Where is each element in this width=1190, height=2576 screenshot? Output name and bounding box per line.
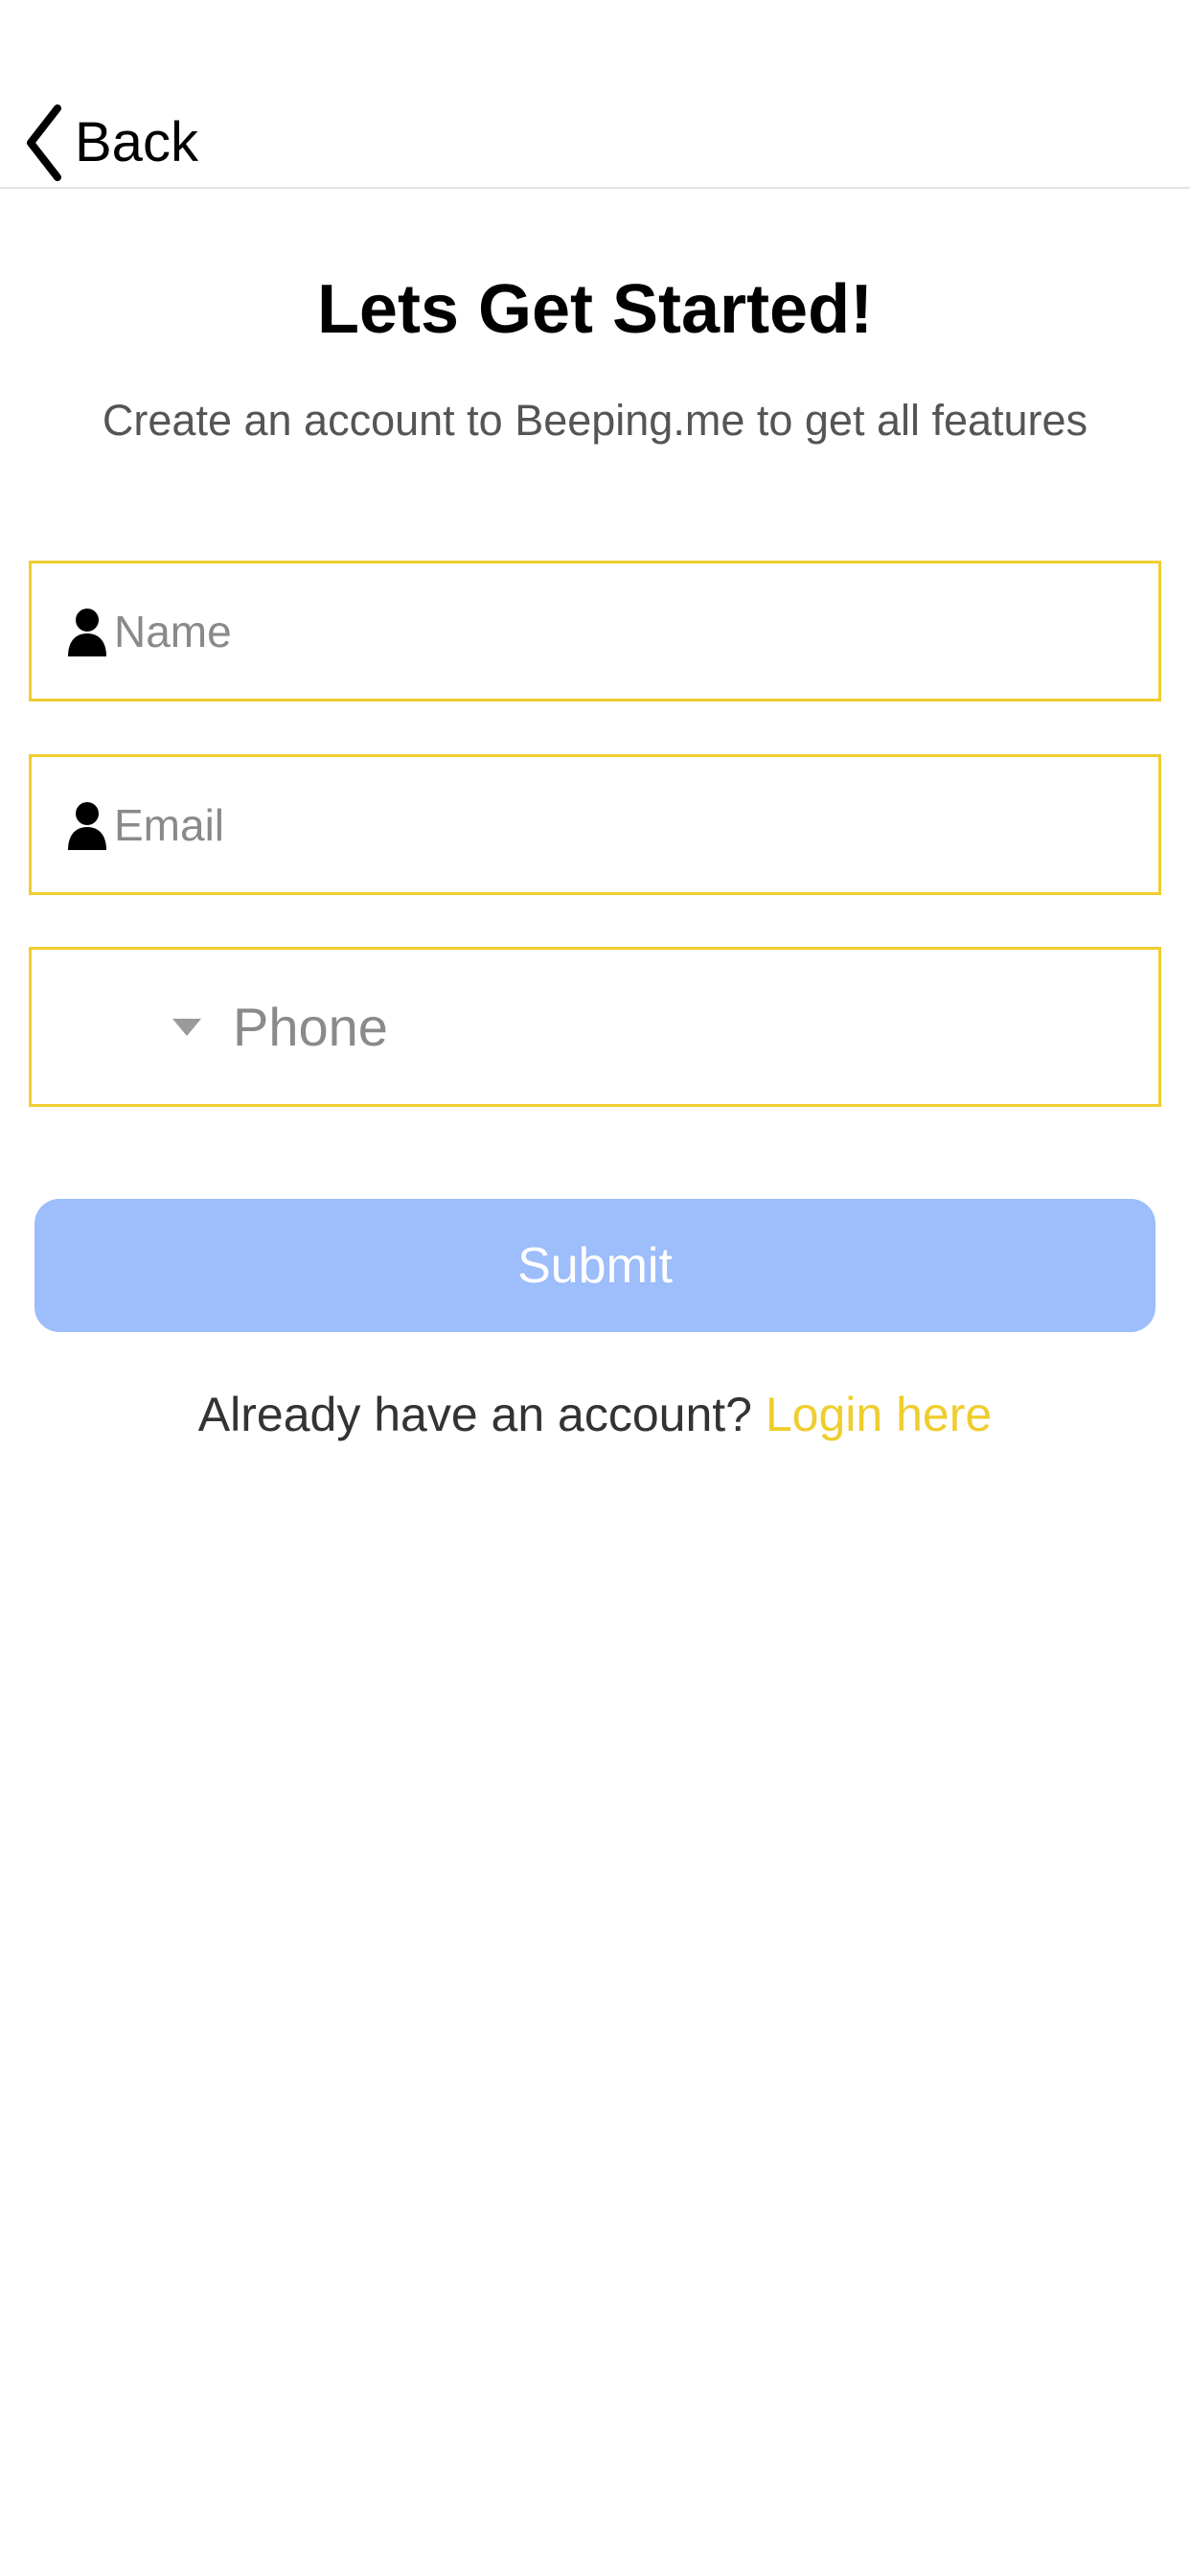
name-input[interactable] bbox=[114, 564, 1158, 699]
person-icon bbox=[68, 608, 106, 656]
name-field[interactable] bbox=[29, 561, 1161, 702]
login-link[interactable]: Login here bbox=[766, 1388, 992, 1441]
email-input[interactable] bbox=[114, 757, 1158, 892]
phone-input[interactable] bbox=[233, 950, 1158, 1104]
person-icon bbox=[68, 801, 106, 850]
email-field[interactable] bbox=[29, 754, 1161, 895]
submit-button[interactable]: Submit bbox=[34, 1199, 1156, 1332]
country-code-dropdown[interactable] bbox=[166, 1006, 208, 1048]
page-title: Lets Get Started! bbox=[316, 271, 874, 348]
nav-bar: Back bbox=[0, 0, 1190, 189]
login-prompt-text: Already have an account? bbox=[197, 1388, 766, 1441]
phone-field[interactable] bbox=[29, 947, 1161, 1107]
page-subtitle: Create an account to Beeping.me to get a… bbox=[102, 396, 1088, 445]
back-button[interactable]: Back bbox=[23, 100, 198, 186]
chevron-left-icon bbox=[27, 104, 61, 181]
back-label: Back bbox=[75, 111, 198, 173]
caret-down-icon bbox=[172, 1018, 201, 1036]
signup-screen: Back Lets Get Started! Create an account… bbox=[0, 0, 1190, 2576]
login-prompt: Already have an account? Login here bbox=[0, 1386, 1190, 1443]
